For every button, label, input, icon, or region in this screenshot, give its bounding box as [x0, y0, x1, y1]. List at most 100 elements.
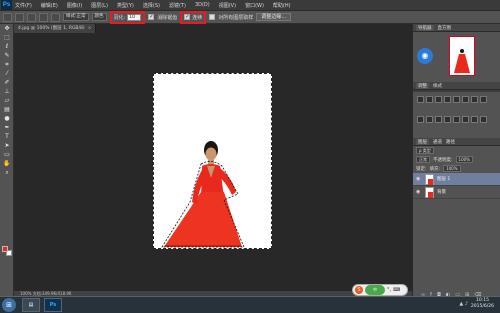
color-swatches[interactable]: [2, 246, 12, 256]
sample-all-checkbox[interactable]: [209, 14, 216, 20]
image-canvas[interactable]: [153, 73, 272, 249]
quick-select-icon[interactable]: ✎: [3, 52, 11, 60]
zoom-icon[interactable]: ⌕: [3, 169, 11, 177]
panel-dock: 导航器 直方图 ◉ 调整 样式 图层 通道 路径 ρ 类型 正常 不透明度: 1…: [412, 24, 500, 301]
tool-preset-button[interactable]: [3, 12, 12, 22]
tab-channels[interactable]: 通道: [433, 139, 442, 145]
visibility-eye-icon[interactable]: ◉: [416, 189, 422, 195]
clock[interactable]: 10:15 2015/6/26: [471, 298, 494, 310]
foreground-color-swatch[interactable]: [2, 246, 8, 252]
tools-panel: ✥ ⬚ ℓ ✎ ⌗ ⁄ ✐ ⊥ ▱ ▤ ● ✒ T ➤ ▭ ✋ ⌕: [0, 24, 14, 296]
contiguous-label: 连续: [192, 14, 203, 21]
black-white-icon[interactable]: [480, 96, 487, 103]
invert-icon[interactable]: [444, 116, 451, 123]
levels-icon[interactable]: [426, 96, 433, 103]
marquee-icon[interactable]: ⬚: [3, 34, 11, 42]
layer-row-background[interactable]: ◉ 背景: [413, 186, 500, 199]
eyedropper-icon[interactable]: ⁄: [3, 70, 11, 78]
menu-filter[interactable]: 滤镜(T): [169, 2, 186, 9]
color-lookup-icon[interactable]: [435, 116, 442, 123]
menu-layer[interactable]: 图层(L): [91, 2, 108, 9]
shape-icon[interactable]: ▭: [3, 151, 11, 159]
menu-select[interactable]: 选择(S): [143, 2, 160, 9]
lasso-icon[interactable]: ℓ: [3, 43, 11, 51]
sample-size-dropdown[interactable]: 样式:正常: [63, 13, 89, 21]
posterize-icon[interactable]: [453, 116, 460, 123]
subtract-selection-button[interactable]: [39, 12, 48, 22]
taskbar-photoshop-icon[interactable]: Ps: [44, 298, 62, 312]
ime-toolbar[interactable]: S 中 °, ⌨: [352, 284, 408, 296]
layer-name: 背景: [437, 190, 446, 195]
punctuation-icon[interactable]: °,: [387, 287, 391, 293]
fill-label: 填充:: [429, 166, 441, 172]
intersect-selection-button[interactable]: [51, 12, 60, 22]
brightness-icon[interactable]: [417, 96, 424, 103]
contiguous-checkbox[interactable]: ✓: [184, 14, 191, 20]
threshold-icon[interactable]: [462, 116, 469, 123]
taskbar: ⊞ ▤ Ps ▲ ♪ 10:15 2015/6/26: [0, 296, 500, 313]
navigator-thumbnail[interactable]: [449, 36, 475, 76]
document-tab[interactable]: 4.jpg @ 100% (图层 1, RGB/8) ×: [14, 24, 97, 33]
start-button-icon[interactable]: ⊞: [2, 298, 16, 312]
menu-type[interactable]: 类型(Y): [117, 2, 134, 9]
menu-view[interactable]: 视图(V): [219, 2, 236, 9]
hue-saturation-icon[interactable]: [462, 96, 469, 103]
vibrance-icon[interactable]: [453, 96, 460, 103]
layer-name: 图层 1: [437, 177, 451, 182]
visibility-eye-icon[interactable]: ◉: [416, 176, 422, 182]
menu-window[interactable]: 窗口(W): [245, 2, 264, 9]
tab-paths[interactable]: 路径: [446, 139, 455, 145]
layer-filter-row: ρ 类型: [413, 146, 500, 155]
layer-kind-filter[interactable]: ρ 类型: [416, 147, 434, 154]
photo-filter-icon[interactable]: [417, 116, 424, 123]
crop-icon[interactable]: ⌗: [3, 61, 11, 69]
type-icon[interactable]: T: [3, 133, 11, 141]
tab-layers[interactable]: 图层: [416, 138, 429, 145]
color-balance-icon[interactable]: [471, 96, 478, 103]
path-select-icon[interactable]: ➤: [3, 142, 11, 150]
layers-tabs: 图层 通道 路径: [413, 138, 500, 146]
refine-edge-button[interactable]: 调整边缘...: [256, 13, 292, 21]
add-selection-button[interactable]: [27, 12, 36, 22]
tab-styles[interactable]: 样式: [433, 83, 442, 89]
tab-adjustments[interactable]: 调整: [416, 82, 429, 89]
menu-edit[interactable]: 编辑(E): [41, 2, 58, 9]
brush-icon[interactable]: ✐: [3, 79, 11, 87]
sogou-ime-icon[interactable]: S: [355, 286, 363, 294]
eraser-icon[interactable]: ▱: [3, 97, 11, 105]
taskbar-explorer-icon[interactable]: ▤: [22, 298, 40, 312]
channel-mixer-icon[interactable]: [426, 116, 433, 123]
menu-help[interactable]: 帮助(H): [273, 2, 291, 9]
menu-image[interactable]: 图像(I): [67, 2, 82, 9]
pen-icon[interactable]: ✒: [3, 124, 11, 132]
document-area: 4.jpg @ 100% (图层 1, RGB/8) ×: [14, 24, 412, 296]
opacity-field[interactable]: 100%: [455, 156, 473, 163]
feather-input[interactable]: 10: [127, 13, 142, 21]
blend-mode-dropdown[interactable]: 正常: [416, 156, 430, 163]
navigator-panel: ◉: [413, 32, 500, 82]
curves-icon[interactable]: [435, 96, 442, 103]
exposure-icon[interactable]: [444, 96, 451, 103]
mode-dropdown[interactable]: 颜色: [91, 13, 107, 21]
layer-row-1[interactable]: ◉ 图层 1: [413, 173, 500, 186]
close-icon[interactable]: ×: [88, 26, 92, 31]
new-selection-button[interactable]: [15, 12, 24, 22]
stamp-icon[interactable]: ⊥: [3, 88, 11, 96]
antialias-checkbox[interactable]: ✓: [148, 14, 155, 20]
gradient-map-icon[interactable]: [471, 116, 478, 123]
selective-color-icon[interactable]: [480, 116, 487, 123]
gradient-icon[interactable]: ▤: [3, 106, 11, 114]
dodge-icon[interactable]: ●: [3, 115, 11, 123]
menu-3d[interactable]: 3D(D): [195, 2, 210, 8]
options-bar: 样式:正常 颜色 羽化: 10 ✓ 消除锯齿 ✓ 连续 对所有图层取样 调整边缘…: [0, 10, 500, 24]
hand-icon[interactable]: ✋: [3, 160, 11, 168]
tab-histogram[interactable]: 直方图: [438, 25, 452, 31]
ime-mode-button[interactable]: 中: [365, 285, 385, 295]
tab-navigator[interactable]: 导航器: [416, 24, 434, 31]
fill-field[interactable]: 100%: [443, 165, 461, 172]
menu-file[interactable]: 文件(F): [15, 2, 32, 9]
move-icon[interactable]: ✥: [3, 25, 11, 33]
system-tray-icons[interactable]: ▲ ♪: [459, 301, 468, 307]
keyboard-icon[interactable]: ⌨: [393, 287, 400, 293]
wifi-icon[interactable]: ◉: [417, 48, 433, 64]
